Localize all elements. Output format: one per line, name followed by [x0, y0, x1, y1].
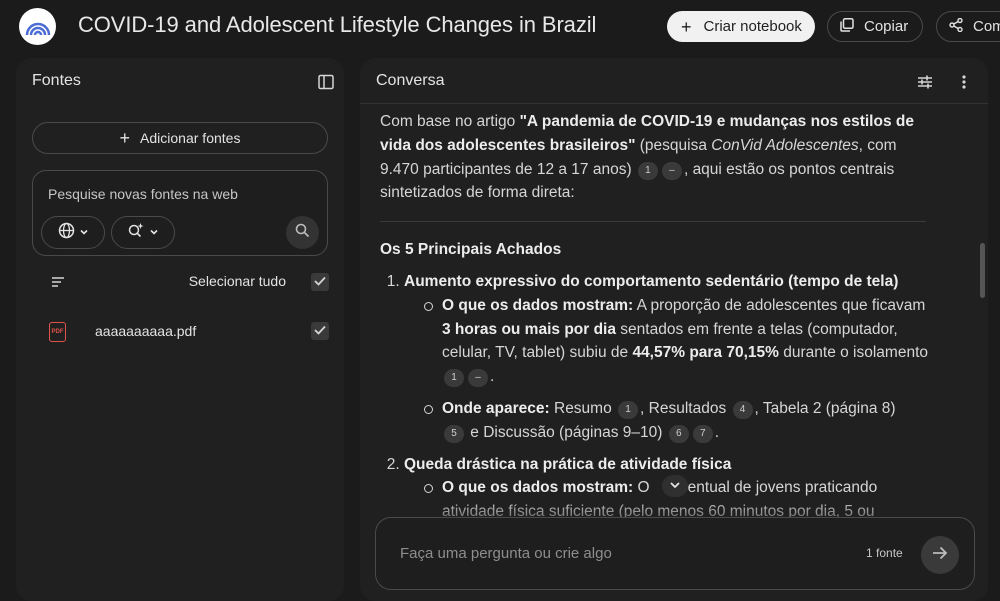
- finding-detail: O que os dados mostram: A proporção de a…: [420, 294, 930, 389]
- chevron-down-icon: [669, 477, 681, 495]
- research-mode-dropdown[interactable]: [111, 216, 175, 249]
- section-heading: Os 5 Principais Achados: [380, 241, 562, 259]
- citation-chip[interactable]: 7: [692, 424, 713, 443]
- conversation-panel-header: Conversa: [360, 58, 988, 104]
- send-button[interactable]: [921, 536, 959, 574]
- pdf-icon: PDF: [49, 322, 66, 342]
- source-count: 1 fonte: [866, 546, 903, 560]
- source-name[interactable]: aaaaaaaaaa.pdf: [95, 323, 196, 339]
- citation-chip[interactable]: –: [468, 369, 488, 388]
- collapse-panel-icon[interactable]: [316, 72, 336, 92]
- create-notebook-label: Criar notebook: [703, 18, 802, 35]
- detail-text: durante o isolamento: [778, 344, 929, 362]
- copy-icon: [840, 17, 854, 36]
- filter-lines-icon[interactable]: [50, 274, 66, 290]
- divider: [380, 221, 926, 223]
- add-sources-button[interactable]: + Adicionar fontes: [32, 122, 328, 154]
- citation-chip[interactable]: 4: [732, 400, 753, 419]
- create-notebook-button[interactable]: + Criar notebook: [667, 11, 815, 42]
- conversation-panel-title: Conversa: [376, 72, 445, 89]
- chat-scrollbar[interactable]: [980, 243, 985, 298]
- chevron-down-icon: [149, 224, 159, 242]
- detail-text: e Discussão (páginas 9–10): [466, 423, 663, 441]
- add-sources-label: Adicionar fontes: [140, 130, 241, 146]
- citation-chip[interactable]: 5: [444, 424, 464, 443]
- copy-button[interactable]: Copiar: [827, 11, 923, 42]
- select-all-label: Selecionar tudo: [188, 273, 286, 289]
- select-all-row: Selecionar tudo: [32, 268, 329, 296]
- plus-icon: +: [119, 128, 131, 148]
- citation-chip[interactable]: 1: [444, 369, 464, 388]
- finding-details: O que os dados mostram: A proporção de a…: [420, 294, 930, 445]
- arrow-right-icon: [931, 545, 949, 566]
- sources-panel-header: Fontes: [16, 58, 344, 104]
- scroll-to-bottom-button[interactable]: [662, 475, 688, 497]
- detail-text: , Resultados: [640, 399, 727, 417]
- detail-text: O: [633, 479, 650, 497]
- research-sparkle-icon: [127, 222, 145, 244]
- chat-input[interactable]: Faça uma pergunta ou crie algo: [400, 545, 612, 562]
- finding-title: Queda drástica na prática de atividade f…: [404, 455, 732, 473]
- source-checkbox[interactable]: [311, 322, 329, 340]
- detail-label: O que os dados mostram:: [442, 296, 634, 314]
- conversation-panel: Conversa Com base no artigo "A pandemia …: [360, 58, 988, 601]
- chevron-down-icon: [79, 224, 89, 242]
- globe-icon: [58, 222, 75, 244]
- notebooklm-logo-icon[interactable]: [19, 8, 56, 45]
- sources-panel-title: Fontes: [32, 72, 81, 89]
- citation-chip[interactable]: 1: [637, 161, 658, 180]
- detail-highlight: 3 horas ou mais por dia: [442, 320, 616, 338]
- finding-item: Aumento expressivo do comportamento sede…: [404, 270, 930, 445]
- detail-highlight: 44,57% para 70,15%: [632, 344, 779, 362]
- intro-text: Com base no artigo: [380, 113, 520, 130]
- source-item[interactable]: PDF aaaaaaaaaa.pdf: [32, 318, 329, 346]
- finding-title: Aumento expressivo do comportamento sede…: [404, 272, 899, 290]
- response-intro: Com base no artigo "A pandemia de COVID-…: [380, 110, 930, 205]
- detail-label: Onde aparece:: [442, 399, 550, 417]
- detail-label: O que os dados mostram:: [442, 479, 634, 497]
- check-icon: [314, 322, 326, 340]
- web-search-input[interactable]: Pesquise novas fontes na web: [48, 186, 238, 202]
- detail-text: A proporção de adolescentes que ficavam: [633, 296, 926, 314]
- sources-panel: Fontes + Adicionar fontes Pesquise novas…: [16, 58, 344, 601]
- finding-detail: Onde aparece: Resumo 1, Resultados 4, Ta…: [420, 397, 930, 445]
- share-icon: [949, 17, 963, 36]
- share-label: Com: [973, 18, 1000, 35]
- citation-chip[interactable]: 6: [668, 424, 689, 443]
- citation-chip[interactable]: –: [661, 161, 682, 180]
- plus-icon: +: [681, 16, 692, 37]
- citation-chip[interactable]: 1: [618, 400, 639, 419]
- intro-text: (pesquisa: [635, 136, 712, 154]
- more-vert-icon[interactable]: [954, 71, 974, 93]
- search-icon: [295, 223, 310, 243]
- detail-text: , Tabela 2 (página 8): [754, 399, 896, 417]
- notebook-title[interactable]: COVID-19 and Adolescent Lifestyle Change…: [78, 12, 596, 38]
- web-source-search: Pesquise novas fontes na web: [32, 170, 328, 256]
- sliders-icon[interactable]: [914, 71, 936, 93]
- check-icon: [314, 273, 326, 291]
- share-button[interactable]: Com: [936, 11, 1000, 42]
- detail-text: Resumo: [549, 399, 612, 417]
- chat-response: Com base no artigo "A pandemia de COVID-…: [380, 110, 930, 532]
- copy-label: Copiar: [864, 18, 909, 35]
- search-submit-button[interactable]: [286, 216, 319, 249]
- chat-input-box[interactable]: Faça uma pergunta ou crie algo 1 fonte: [375, 517, 975, 590]
- app-header: COVID-19 and Adolescent Lifestyle Change…: [0, 0, 1000, 54]
- web-source-type-dropdown[interactable]: [41, 216, 105, 249]
- select-all-checkbox[interactable]: [311, 273, 329, 291]
- survey-name: ConVid Adolescentes: [711, 136, 859, 154]
